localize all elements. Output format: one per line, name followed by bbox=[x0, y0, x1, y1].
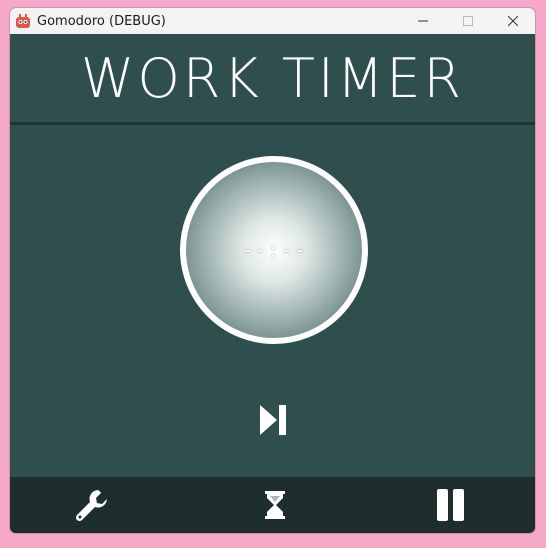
minimize-button[interactable] bbox=[400, 8, 445, 34]
pause-icon bbox=[437, 489, 464, 521]
close-button[interactable] bbox=[490, 8, 535, 34]
window-title: Gomodoro (DEBUG) bbox=[37, 13, 166, 29]
timer-display: --:-- bbox=[241, 238, 307, 262]
app-window: Gomodoro (DEBUG) WORK TIMER --:-- bbox=[10, 8, 535, 533]
bottom-toolbar bbox=[10, 477, 535, 533]
window-controls bbox=[400, 8, 535, 34]
minimize-icon bbox=[417, 20, 428, 22]
settings-button[interactable] bbox=[72, 487, 112, 523]
timer-dial: --:-- bbox=[180, 156, 368, 344]
mode-button[interactable] bbox=[262, 487, 288, 523]
maximize-button[interactable] bbox=[445, 8, 490, 34]
skip-next-icon bbox=[260, 405, 286, 435]
header: WORK TIMER bbox=[10, 34, 535, 125]
maximize-icon bbox=[462, 16, 473, 26]
wrench-icon bbox=[75, 490, 107, 522]
skip-button[interactable] bbox=[258, 404, 288, 436]
app-icon bbox=[16, 14, 30, 28]
pause-button[interactable] bbox=[435, 487, 467, 523]
hourglass-icon bbox=[265, 491, 285, 519]
close-icon bbox=[507, 16, 518, 26]
title-bar[interactable]: Gomodoro (DEBUG) bbox=[10, 8, 535, 34]
timer-circle: --:-- bbox=[180, 156, 368, 344]
page-title: WORK TIMER bbox=[80, 46, 465, 110]
